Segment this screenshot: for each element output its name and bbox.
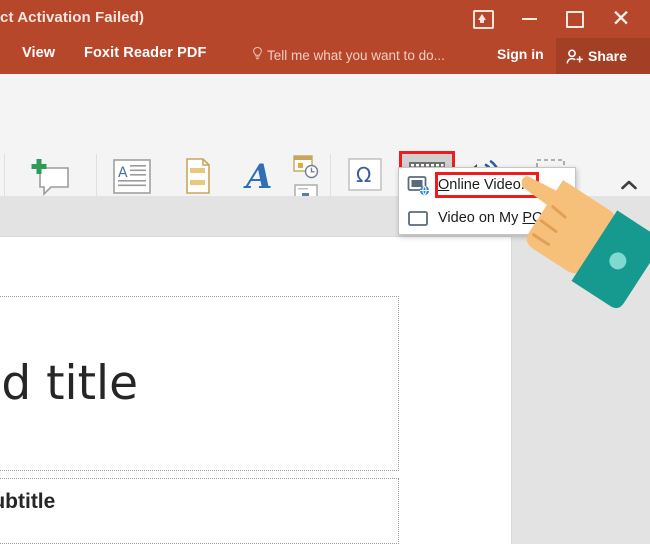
svg-text:A: A [243,157,272,197]
omega-symbol-icon: Ω [344,156,386,196]
svg-text:Ω: Ω [356,163,371,187]
chevron-up-icon [621,180,637,190]
window-controls: ✕ [460,0,644,38]
tab-foxit-reader-pdf[interactable]: Foxit Reader PDF [84,45,206,61]
online-video-icon [407,175,430,195]
share-label: Share [588,48,627,64]
subtitle-placeholder-text: t to add subtitle [0,490,56,513]
lightbulb-icon [252,47,262,60]
tab-view[interactable]: View [22,45,55,61]
minimize-button[interactable] [506,2,552,36]
maximize-icon [566,10,584,28]
menu-item-online-video-label: Online Video... [438,176,533,193]
collapse-ribbon-button[interactable] [620,178,638,196]
title-placeholder[interactable]: o add title [0,296,399,471]
close-icon: ✕ [611,5,631,32]
svg-text:A: A [118,165,128,181]
video-dropdown-menu: Online Video... Video on My PC... [398,167,576,235]
window-title: ct Activation Failed) [0,9,145,26]
header-footer-icon [176,156,220,198]
tell-me-search[interactable]: Tell me what you want to do... [267,48,445,63]
maximize-button[interactable] [552,2,598,36]
ribbon-tab-strip: View Foxit Reader PDF Tell me what you w… [0,38,650,74]
comment-add-icon [30,156,76,198]
minimize-icon [521,18,537,20]
close-button[interactable]: ✕ [598,2,644,36]
ribbon-display-options-icon [472,9,494,29]
title-bar: ct Activation Failed) ✕ [0,0,650,38]
video-file-icon [407,208,429,228]
menu-item-video-on-my-pc-label: Video on My PC... [438,209,555,226]
subtitle-placeholder[interactable]: t to add subtitle [0,478,399,544]
menu-item-video-on-my-pc[interactable]: Video on My PC... [399,201,575,234]
powerpoint-window: ct Activation Failed) ✕ View Foxit Reade… [0,0,650,544]
share-person-icon [566,49,583,64]
wordart-icon: A [238,156,282,198]
sign-in-button[interactable]: Sign in [497,46,544,62]
title-placeholder-text: o add title [0,356,138,411]
share-button[interactable]: Share [556,38,650,74]
date-time-button[interactable] [292,154,326,182]
ribbon-display-options-button[interactable] [460,2,506,36]
text-box-icon: A [110,156,154,198]
menu-item-online-video[interactable]: Online Video... [399,168,575,201]
